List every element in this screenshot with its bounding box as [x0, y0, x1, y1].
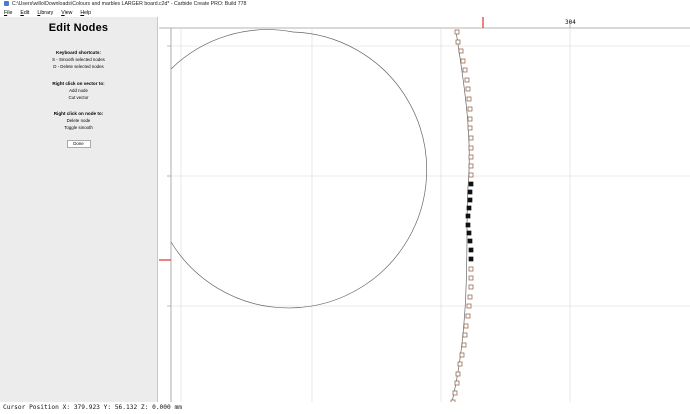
cursor-x-value: 379.923 — [73, 404, 100, 411]
status-bar: Cursor Position X: 379.923 Y: 56.132 Z: … — [0, 402, 690, 414]
node-handle[interactable] — [458, 48, 464, 54]
node-handle[interactable] — [467, 106, 473, 112]
selected-node-handle[interactable] — [468, 181, 474, 187]
node-handle[interactable] — [468, 135, 474, 141]
cursor-y-label: Y: — [103, 404, 112, 411]
cursor-y-value: 56.132 — [114, 404, 138, 411]
node-handle[interactable] — [457, 361, 463, 367]
node-handle[interactable] — [463, 323, 469, 329]
window-title: C:\Users\willo\Downloads\Colours and mar… — [12, 1, 247, 7]
menu-help[interactable]: Help — [80, 9, 91, 17]
node-handle[interactable] — [468, 154, 474, 160]
section-heading: Right click on vector to: — [52, 81, 105, 86]
node-handle[interactable] — [462, 332, 468, 338]
top-ruler-bg — [159, 17, 690, 28]
section-heading: Keyboard shortcuts: — [56, 50, 101, 55]
menu-library[interactable]: Library — [37, 9, 53, 17]
menu-file[interactable]: File — [4, 9, 12, 17]
node-handle[interactable] — [466, 96, 472, 102]
node-handle[interactable] — [468, 163, 474, 169]
node-handle[interactable] — [468, 266, 474, 272]
title-bar: C:\Users\willo\Downloads\Colours and mar… — [0, 0, 690, 9]
instruction-line: Cut vector — [68, 95, 89, 100]
selected-node-handle[interactable] — [465, 213, 471, 219]
node-handle[interactable] — [459, 352, 465, 358]
edit-nodes-panel: Edit Nodes Keyboard shortcuts: S - Smoot… — [0, 17, 158, 402]
node-handle[interactable] — [462, 67, 468, 73]
node-handle[interactable] — [467, 116, 473, 122]
selected-node-handle[interactable] — [466, 230, 472, 236]
selected-node-handle[interactable] — [466, 205, 472, 211]
node-handle[interactable] — [452, 390, 458, 396]
vector-actions-section: Right click on vector to: Add node Cut v… — [0, 80, 157, 101]
menu-view[interactable]: View — [61, 9, 72, 17]
node-handle[interactable] — [468, 172, 474, 178]
node-handle[interactable] — [464, 77, 470, 83]
node-handle[interactable] — [467, 125, 473, 131]
selected-node-handle[interactable] — [465, 222, 471, 228]
panel-title: Edit Nodes — [48, 22, 109, 34]
node-handle[interactable] — [465, 313, 471, 319]
menu-bar: File Edit Library View Help — [0, 9, 690, 17]
canvas-svg[interactable]: 304 — [159, 17, 690, 402]
node-actions-section: Right click on node to: Delete node Togg… — [0, 110, 157, 131]
node-handle[interactable] — [466, 303, 472, 309]
top-ruler: 304 — [159, 17, 690, 29]
cursor-z-value: 0.000 — [152, 404, 171, 411]
selected-node-handle[interactable] — [467, 238, 473, 244]
units-label: mm — [174, 404, 182, 411]
node-handle[interactable] — [467, 294, 473, 300]
selected-node-handle[interactable] — [468, 256, 474, 262]
instruction-line: S - Smooth selected nodes — [52, 57, 105, 62]
shortcuts-section: Keyboard shortcuts: S - Smooth selected … — [0, 49, 157, 70]
design-canvas[interactable]: 304 — [159, 17, 690, 402]
selected-node-handle[interactable] — [468, 247, 474, 253]
cursor-z-label: Z: — [140, 404, 149, 411]
instruction-line: Toggle smooth — [64, 125, 93, 130]
node-handle[interactable] — [461, 342, 467, 348]
node-handle[interactable] — [468, 145, 474, 151]
node-handle[interactable] — [460, 58, 466, 64]
menu-edit[interactable]: Edit — [20, 9, 29, 17]
app-icon — [4, 1, 9, 7]
node-handle[interactable] — [454, 380, 460, 386]
node-handle[interactable] — [465, 86, 471, 92]
selected-node-handle[interactable] — [467, 197, 473, 203]
top-ruler-label: 304 — [565, 19, 576, 26]
node-handle[interactable] — [455, 39, 461, 45]
selected-node-handle[interactable] — [467, 189, 473, 195]
cursor-x-label: X: — [62, 404, 71, 411]
instruction-line: Delete node — [66, 118, 91, 123]
instruction-line: D - Delete selected nodes — [53, 64, 104, 69]
node-handle[interactable] — [468, 275, 474, 281]
cursor-position-label: Cursor Position — [3, 404, 59, 411]
canvas-background — [159, 17, 690, 402]
node-handle[interactable] — [454, 29, 460, 35]
done-button[interactable]: Done — [66, 140, 91, 148]
instruction-line: Add node — [69, 88, 88, 93]
node-handle[interactable] — [455, 371, 461, 377]
section-heading: Right click on node to: — [53, 111, 104, 116]
node-handle[interactable] — [468, 284, 474, 290]
